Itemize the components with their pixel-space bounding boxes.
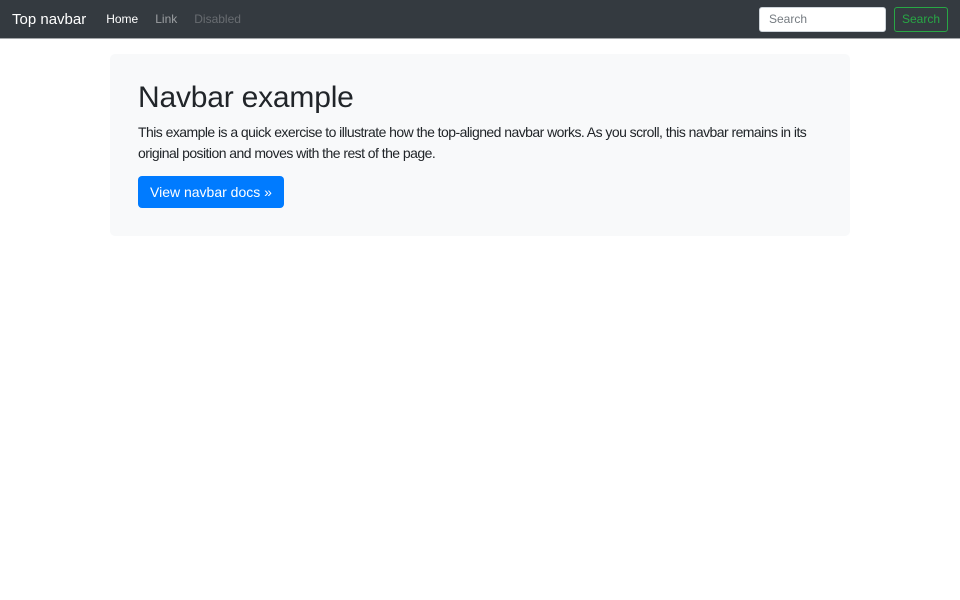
- nav-item-disabled: Disabled: [194, 12, 241, 26]
- nav-item-link[interactable]: Link: [149, 12, 183, 26]
- hero-description: This example is a quick exercise to illu…: [138, 124, 807, 161]
- navbar-brand[interactable]: Top navbar: [12, 11, 86, 28]
- navbar-nav: Home Link Disabled: [100, 12, 759, 26]
- view-navbar-docs-button[interactable]: View navbar docs »: [138, 176, 284, 208]
- top-navbar: Top navbar Home Link Disabled Search: [0, 0, 960, 38]
- main-content: Navbar example This example is a quick e…: [110, 54, 850, 236]
- search-input[interactable]: [758, 6, 886, 32]
- nav-item-home[interactable]: Home: [100, 12, 144, 26]
- page-title: Navbar example: [138, 81, 354, 114]
- search-form: Search: [758, 6, 948, 32]
- hero-panel: Navbar example This example is a quick e…: [110, 54, 850, 236]
- search-button[interactable]: Search: [893, 6, 948, 32]
